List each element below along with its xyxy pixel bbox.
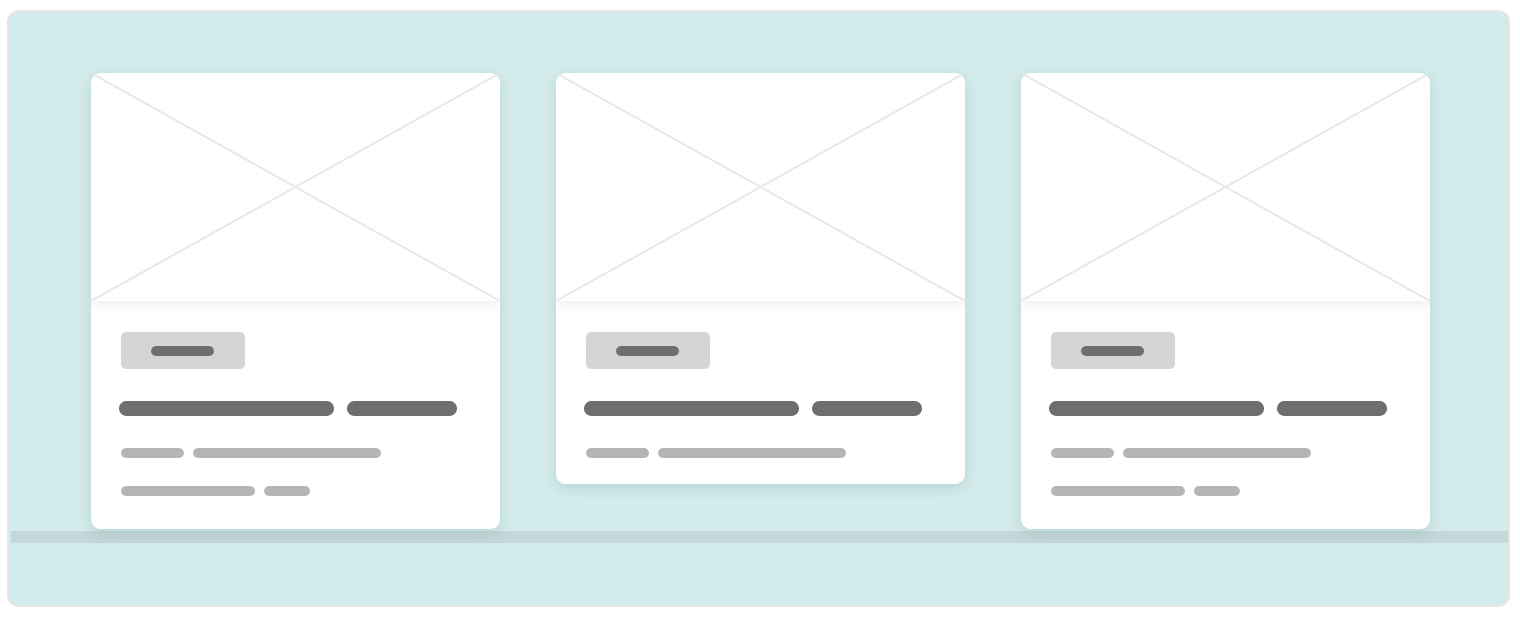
tag-badge <box>121 332 245 369</box>
wireframe-canvas <box>7 10 1510 607</box>
title-placeholder-secondary <box>347 401 457 416</box>
meta-placeholder <box>121 486 255 496</box>
meta-placeholder <box>1194 486 1240 496</box>
meta-placeholder <box>264 486 310 496</box>
meta-placeholder <box>193 448 381 458</box>
meta-placeholder <box>1051 486 1185 496</box>
image-placeholder-icon <box>556 73 965 301</box>
tag-badge <box>1051 332 1175 369</box>
meta-placeholder <box>1123 448 1311 458</box>
tag-badge <box>586 332 710 369</box>
tag-text-placeholder <box>151 346 214 356</box>
tag-text-placeholder <box>616 346 679 356</box>
meta-placeholder <box>1051 448 1114 458</box>
product-card[interactable] <box>1021 73 1430 529</box>
image-placeholder-icon <box>1021 73 1430 301</box>
title-placeholder-secondary <box>812 401 922 416</box>
tag-text-placeholder <box>1081 346 1144 356</box>
title-placeholder-secondary <box>1277 401 1387 416</box>
title-placeholder-primary <box>119 401 334 416</box>
divider-band <box>11 531 1508 543</box>
meta-placeholder <box>586 448 649 458</box>
title-placeholder-primary <box>584 401 799 416</box>
product-card[interactable] <box>556 73 965 484</box>
product-card[interactable] <box>91 73 500 529</box>
meta-placeholder <box>121 448 184 458</box>
image-placeholder-icon <box>91 73 500 301</box>
meta-placeholder <box>658 448 846 458</box>
title-placeholder-primary <box>1049 401 1264 416</box>
